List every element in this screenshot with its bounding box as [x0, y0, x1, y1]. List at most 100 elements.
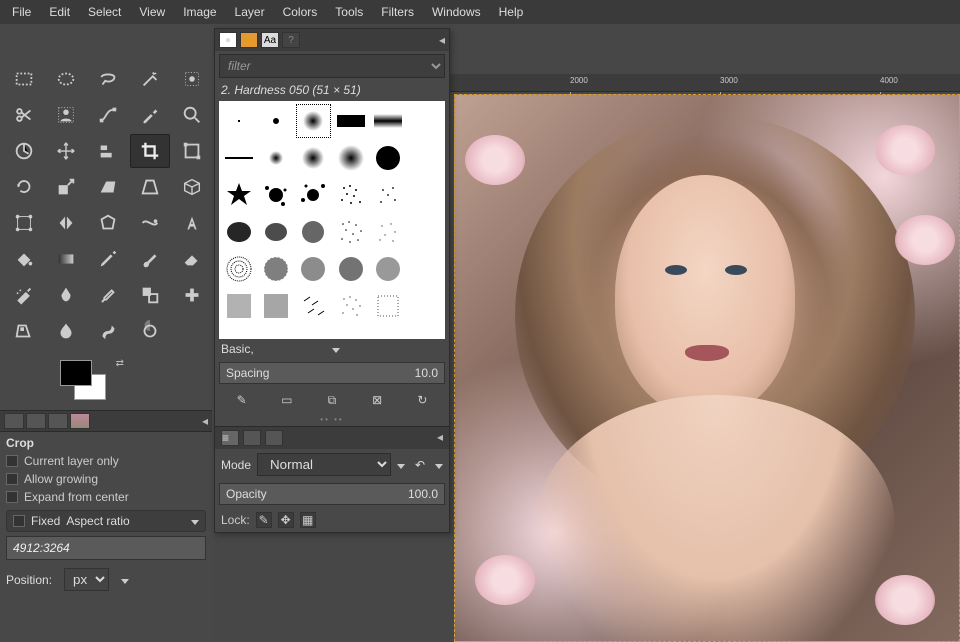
tool-handle-transform[interactable] [4, 206, 44, 240]
tool-rotate[interactable] [4, 170, 44, 204]
tab-paths[interactable] [265, 430, 283, 446]
tool-zoom[interactable] [172, 98, 212, 132]
brush-new-icon[interactable]: ▭ [277, 391, 297, 409]
option-current-layer-only[interactable]: Current layer only [6, 454, 206, 468]
brush-grain4[interactable] [333, 288, 369, 324]
tool-warp[interactable] [130, 206, 170, 240]
panel-grip[interactable]: •• •• [215, 413, 449, 426]
tool-heal[interactable] [172, 278, 212, 312]
brush-hard-small[interactable] [258, 103, 294, 139]
brush-texture2[interactable] [258, 251, 294, 287]
tool-flip[interactable] [46, 206, 86, 240]
brush-charcoal2[interactable] [258, 214, 294, 250]
brush-delete-icon[interactable]: ⊠ [367, 391, 387, 409]
menu-image[interactable]: Image [175, 2, 224, 22]
tool-clone[interactable] [130, 278, 170, 312]
tool-gradient[interactable] [46, 242, 86, 276]
brush-edit-icon[interactable]: ✎ [232, 391, 252, 409]
position-unit-select[interactable]: px [64, 568, 109, 591]
tab-brushes[interactable]: ● [219, 32, 237, 48]
tool-move[interactable] [46, 134, 86, 168]
brush-spray1[interactable] [333, 177, 369, 213]
tool-lasso[interactable] [88, 62, 128, 96]
fixed-checkbox[interactable] [13, 515, 25, 527]
menu-file[interactable]: File [4, 2, 39, 22]
menu-select[interactable]: Select [80, 2, 129, 22]
lock-alpha-icon[interactable]: ▦ [300, 512, 316, 528]
mode-select[interactable]: Normal [257, 453, 391, 476]
brush-filter-select[interactable]: filter [219, 54, 445, 78]
brush-preset-row[interactable]: Basic, [215, 339, 449, 359]
tool-rect-select[interactable] [4, 62, 44, 96]
tool-cage[interactable] [88, 206, 128, 240]
tool-crop[interactable] [130, 134, 170, 168]
mode-reset-icon[interactable]: ↶ [411, 458, 429, 472]
brush-sponge1[interactable] [295, 214, 331, 250]
spacing-slider[interactable]: Spacing 10.0 [219, 362, 445, 384]
chevron-down-icon[interactable] [191, 514, 199, 528]
lock-pixels-icon[interactable]: ✎ [256, 512, 272, 528]
tool-mypaint-brush[interactable] [88, 278, 128, 312]
tab-fonts[interactable]: Aa [261, 32, 279, 48]
tab-menu-icon[interactable]: ◂ [202, 414, 208, 428]
tool-paths[interactable] [88, 98, 128, 132]
brush-hardness-050[interactable] [295, 103, 331, 139]
tool-airbrush[interactable] [4, 278, 44, 312]
brush-dots1[interactable] [333, 214, 369, 250]
brush-star[interactable] [221, 177, 257, 213]
tool-measure[interactable] [4, 134, 44, 168]
brush-texture5[interactable] [370, 251, 406, 287]
tab-images[interactable] [70, 413, 90, 429]
tool-perspective[interactable] [130, 170, 170, 204]
option-allow-growing[interactable]: Allow growing [6, 472, 206, 486]
brush-texture4[interactable] [333, 251, 369, 287]
brush-soft-small[interactable] [258, 140, 294, 176]
tool-fuzzy-select[interactable] [130, 62, 170, 96]
tool-paintbrush[interactable] [130, 242, 170, 276]
tool-3d-transform[interactable] [172, 170, 212, 204]
tool-blur[interactable] [46, 314, 86, 348]
menu-help[interactable]: Help [491, 2, 532, 22]
brush-empty5[interactable] [407, 251, 443, 287]
brush-grain1[interactable] [221, 288, 257, 324]
option-expand-from-center[interactable]: Expand from center [6, 490, 206, 504]
brush-empty2[interactable] [407, 140, 443, 176]
brush-rect[interactable] [333, 103, 369, 139]
brush-grain5[interactable] [370, 288, 406, 324]
lock-position-icon[interactable]: ✥ [278, 512, 294, 528]
brush-charcoal1[interactable] [221, 214, 257, 250]
brush-grain2[interactable] [258, 288, 294, 324]
tool-eraser[interactable] [172, 242, 212, 276]
brush-splatter2[interactable] [295, 177, 331, 213]
tool-scissors[interactable] [4, 98, 44, 132]
opacity-slider[interactable]: Opacity 100.0 [219, 483, 445, 505]
brush-empty3[interactable] [407, 177, 443, 213]
menu-colors[interactable]: Colors [275, 2, 326, 22]
brush-empty4[interactable] [407, 214, 443, 250]
tool-scale[interactable] [46, 170, 86, 204]
panel-collapse-icon[interactable]: ◂ [439, 33, 445, 47]
tool-color-picker[interactable] [130, 98, 170, 132]
tool-smudge[interactable] [88, 314, 128, 348]
menu-tools[interactable]: Tools [327, 2, 371, 22]
tab-undo-history[interactable] [48, 413, 68, 429]
tab-help[interactable]: ? [282, 32, 300, 48]
brush-splatter1[interactable] [258, 177, 294, 213]
tab-device-status[interactable] [26, 413, 46, 429]
tab-tool-options[interactable] [4, 413, 24, 429]
brush-duplicate-icon[interactable]: ⧉ [322, 391, 342, 409]
tab-channels[interactable] [243, 430, 261, 446]
brush-hard-large[interactable] [370, 140, 406, 176]
brush-texture1[interactable] [221, 251, 257, 287]
chevron-down-icon[interactable] [332, 342, 443, 356]
brush-dots2[interactable] [370, 214, 406, 250]
brush-spray2[interactable] [370, 177, 406, 213]
ruler-horizontal[interactable]: 2000 3000 4000 [450, 74, 960, 92]
brush-empty[interactable] [407, 103, 443, 139]
tool-by-color-select[interactable] [172, 62, 212, 96]
tool-perspective-clone[interactable] [4, 314, 44, 348]
brush-line[interactable] [221, 140, 257, 176]
canvas-image[interactable] [454, 94, 960, 642]
tool-ellipse-select[interactable] [46, 62, 86, 96]
tool-text[interactable] [172, 206, 212, 240]
